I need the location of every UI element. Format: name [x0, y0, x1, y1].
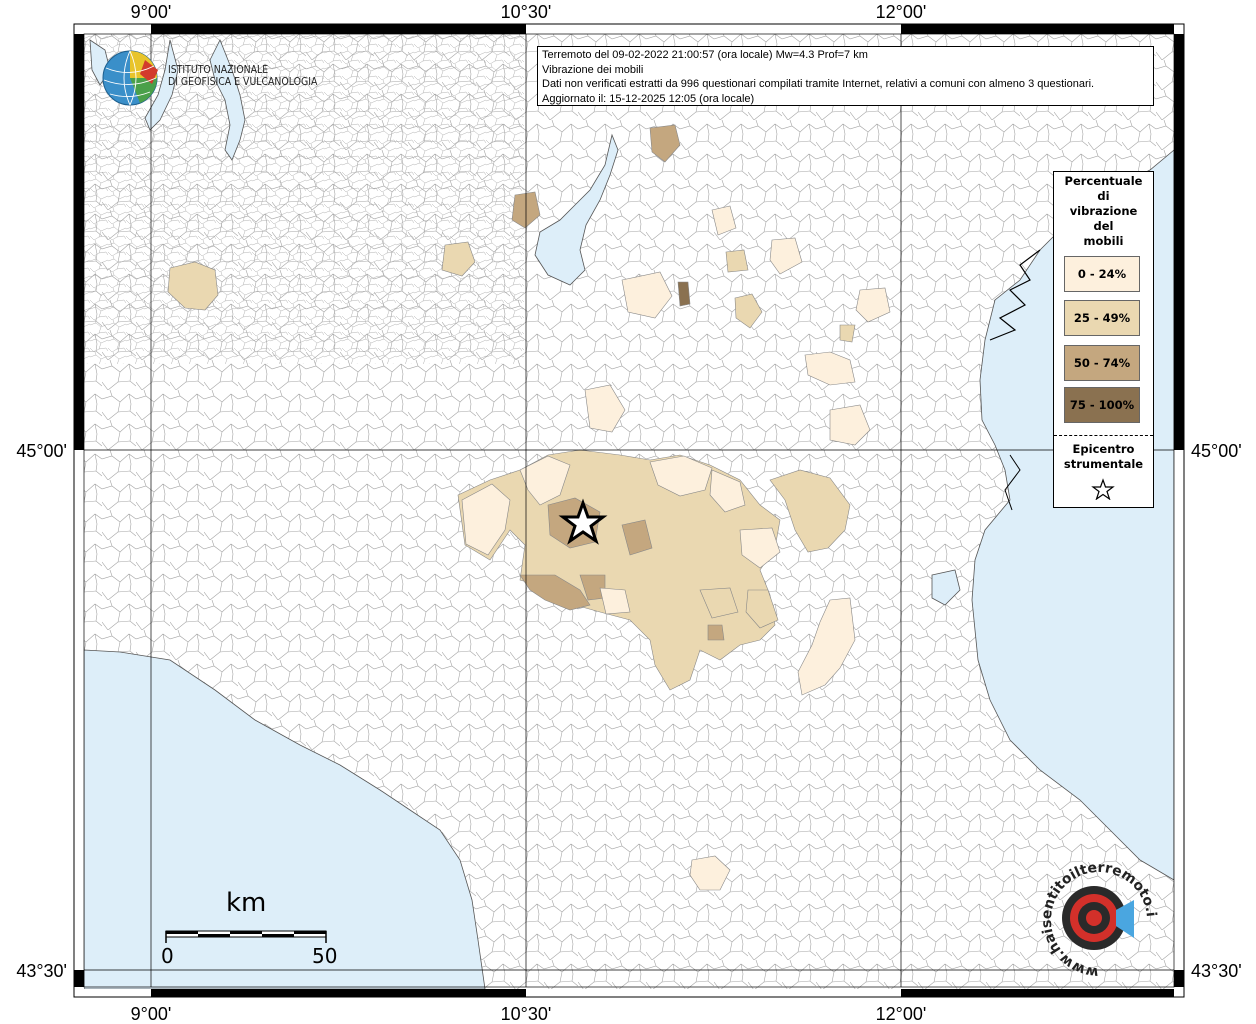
epicenter-legend-label: Epicentro strumentale — [1063, 442, 1144, 471]
legend: Percentuale di vibrazione del mobili 0 -… — [1053, 171, 1154, 508]
legend-class-2: 50 - 74% — [1064, 345, 1140, 381]
ingv-logo-icon — [102, 50, 158, 106]
institute-name: ISTITUTO NAZIONALE DI GEOFISICA E VULCAN… — [168, 63, 318, 88]
legend-separator — [1054, 435, 1153, 436]
data-note: Dati non verificati estratti da 996 ques… — [542, 78, 1095, 90]
lon-label-top-3: 12°00' — [876, 2, 927, 22]
lat-label-left-2: 43°30' — [16, 961, 67, 981]
lon-label-bottom-1: 9°00' — [131, 1004, 172, 1024]
event-info-box: Terremoto del 09-02-2022 21:00:57 (ora l… — [537, 46, 1154, 106]
lat-label-left-1: 45°00' — [16, 441, 67, 461]
lat-label-right-2: 43°30' — [1191, 961, 1242, 981]
legend-class-3: 75 - 100% — [1064, 387, 1140, 423]
lon-label-top-1: 9°00' — [131, 2, 172, 22]
lat-label-right-1: 45°00' — [1191, 441, 1242, 461]
haisentito-logo-icon: www.haisentitoilterremoto.it — [1034, 858, 1159, 978]
update-time: Aggiornato il: 15-12-2025 12:05 (ora loc… — [542, 92, 755, 105]
epicenter-legend-star-icon — [1091, 478, 1115, 500]
legend-class-1: 25 - 49% — [1064, 300, 1140, 336]
event-title: Terremoto del 09-02-2022 21:00:57 (ora l… — [542, 49, 868, 61]
legend-title: Percentuale di vibrazione del mobili — [1064, 174, 1143, 248]
legend-class-0: 0 - 24% — [1064, 256, 1140, 292]
scale-start: 0 — [161, 944, 174, 968]
scale-end: 50 — [312, 944, 338, 968]
lon-label-bottom-3: 12°00' — [876, 1004, 927, 1024]
lon-label-top-2: 10°30' — [501, 2, 552, 22]
lon-label-bottom-2: 10°30' — [501, 1004, 552, 1024]
scale-unit: km — [226, 888, 267, 918]
map-subject: Vibrazione dei mobili — [542, 63, 644, 76]
